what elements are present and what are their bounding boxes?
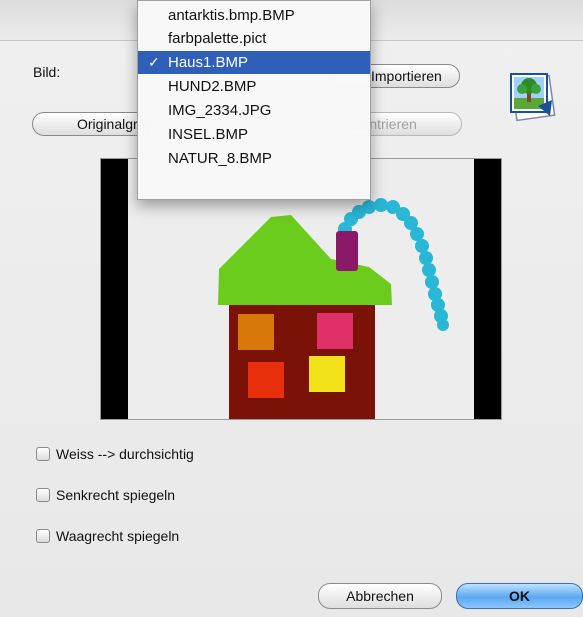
option-flip-horizontal[interactable]: Waagrecht spiegeln (36, 528, 179, 544)
menu-item-img2334[interactable]: IMG_2334.JPG (138, 99, 370, 122)
window-pink (317, 313, 353, 349)
menu-item-haus1[interactable]: ✓ Haus1.BMP (138, 51, 370, 74)
image-popup-menu: antarktis.bmp.BMP farbpalette.pict ✓ Hau… (137, 0, 371, 200)
flip-horizontal-label: Waagrecht spiegeln (56, 528, 180, 544)
menu-item-insel[interactable]: INSEL.BMP (138, 123, 370, 146)
menu-item-farbpalette[interactable]: farbpalette.pict (138, 27, 370, 50)
menu-item-label: farbpalette.pict (168, 30, 267, 47)
flip-vertical-label: Senkrecht spiegeln (56, 487, 176, 503)
white-transparent-checkbox[interactable] (36, 447, 50, 461)
menu-item-label: IMG_2334.JPG (168, 102, 272, 119)
flip-vertical-checkbox[interactable] (36, 488, 50, 502)
option-flip-vertical[interactable]: Senkrecht spiegeln (36, 487, 175, 503)
menu-item-label: NATUR_8.BMP (168, 150, 272, 167)
option-white-transparent[interactable]: Weiss --> durchsichtig (36, 446, 194, 462)
window-red (248, 362, 284, 398)
house-chimney (336, 231, 358, 271)
white-transparent-label: Weiss --> durchsichtig (56, 446, 194, 462)
picture-app-icon (508, 70, 556, 122)
checkmark-icon: ✓ (148, 54, 160, 70)
image-label: Bild: (33, 64, 61, 80)
flip-horizontal-checkbox[interactable] (36, 529, 50, 543)
preview-right-border (474, 159, 501, 419)
ok-button[interactable]: OK (456, 583, 583, 609)
menu-item-label: INSEL.BMP (168, 126, 249, 143)
preview-left-border (101, 159, 128, 419)
menu-item-label: Haus1.BMP (168, 54, 249, 71)
import-image-dialog: Bild: Importieren Originalgrösse Zentrie… (0, 0, 583, 617)
menu-item-hund2[interactable]: HUND2.BMP (138, 75, 370, 98)
menu-item-label: HUND2.BMP (168, 78, 257, 95)
cancel-button[interactable]: Abbrechen (318, 583, 442, 609)
house-roof (218, 215, 392, 305)
window-orange (238, 314, 274, 350)
original-size-button[interactable]: Originalgrösse (32, 112, 152, 136)
menu-item-natur8[interactable]: NATUR_8.BMP (138, 147, 370, 170)
menu-item-antarktis[interactable]: antarktis.bmp.BMP (138, 4, 370, 27)
window-yellow (309, 356, 345, 392)
menu-item-label: antarktis.bmp.BMP (168, 7, 295, 24)
